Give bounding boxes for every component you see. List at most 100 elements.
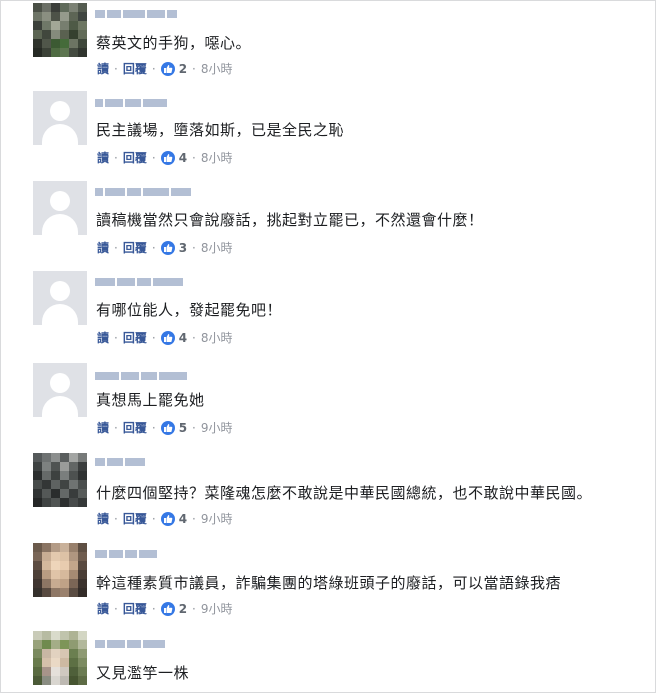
comment-actions: 讀 · 回覆 · 4 · 8小時 — [97, 150, 233, 166]
avatar[interactable] — [33, 91, 87, 145]
separator: · — [151, 331, 156, 345]
comment-actions: 讀 · 回覆 · 4 · 9小時 — [97, 511, 233, 527]
comment-text: 蔡英文的手狗，噁心。 — [96, 34, 252, 52]
separator: · — [114, 241, 118, 255]
separator: · — [114, 151, 118, 165]
separator: · — [192, 512, 196, 526]
author-name[interactable] — [95, 98, 167, 108]
read-link[interactable]: 讀 — [97, 420, 109, 436]
like-count[interactable]: 3 — [179, 240, 187, 256]
reply-link[interactable]: 回覆 — [123, 150, 147, 166]
comment-text: 真想馬上罷免她 — [96, 391, 205, 409]
like-count[interactable]: 5 — [179, 420, 187, 436]
author-name[interactable] — [95, 9, 177, 19]
reply-link[interactable]: 回覆 — [123, 511, 147, 527]
timestamp[interactable]: 8小時 — [201, 61, 233, 77]
like-count[interactable]: 4 — [179, 150, 187, 166]
read-link[interactable]: 讀 — [97, 61, 109, 77]
comment-text: 民主議場，墮落如斯，已是全民之恥 — [96, 121, 345, 139]
comment-actions: 讀 · 回覆 · 3 · 8小時 — [97, 240, 233, 256]
avatar[interactable] — [33, 363, 87, 417]
comment-text: 又見濫竽一株 — [96, 664, 190, 682]
like-icon[interactable] — [160, 512, 175, 526]
reply-link[interactable]: 回覆 — [123, 240, 147, 256]
separator: · — [151, 62, 156, 76]
read-link[interactable]: 讀 — [97, 150, 109, 166]
author-name[interactable] — [95, 639, 165, 649]
avatar[interactable] — [33, 181, 87, 235]
separator: · — [192, 151, 196, 165]
author-name[interactable] — [95, 187, 191, 197]
read-link[interactable]: 讀 — [97, 601, 109, 617]
avatar[interactable] — [33, 271, 87, 325]
timestamp[interactable]: 9小時 — [201, 511, 233, 527]
default-avatar-body — [42, 396, 78, 417]
like-icon[interactable] — [160, 421, 175, 435]
like-count[interactable]: 4 — [179, 511, 187, 527]
separator: · — [114, 62, 118, 76]
separator: · — [151, 151, 156, 165]
comment-actions: 讀 · 回覆 · 5 · 9小時 — [97, 420, 233, 436]
timestamp[interactable]: 8小時 — [201, 330, 233, 346]
separator: · — [151, 512, 156, 526]
reply-link[interactable]: 回覆 — [123, 420, 147, 436]
timestamp[interactable]: 9小時 — [201, 601, 233, 617]
comment-item: 真想馬上罷免她 讀 · 回覆 · 5 · 9小時 — [1, 361, 655, 451]
separator: · — [192, 241, 196, 255]
default-avatar-body — [42, 124, 78, 145]
like-icon[interactable] — [160, 602, 175, 616]
like-icon[interactable] — [160, 62, 175, 76]
separator: · — [114, 512, 118, 526]
reply-link[interactable]: 回覆 — [123, 601, 147, 617]
like-count[interactable]: 2 — [179, 601, 187, 617]
author-name[interactable] — [95, 457, 145, 467]
avatar[interactable] — [33, 543, 87, 597]
comment-item: 讀稿機當然只會說廢話，挑起對立罷已，不然還會什麼！ 讀 · 回覆 · 3 · 8… — [1, 181, 655, 271]
separator: · — [151, 421, 156, 435]
default-avatar-head — [50, 281, 70, 301]
comment-actions: 讀 · 回覆 · 2 · 8小時 — [97, 61, 233, 77]
author-name[interactable] — [95, 549, 157, 559]
read-link[interactable]: 讀 — [97, 240, 109, 256]
default-avatar-body — [42, 214, 78, 235]
timestamp[interactable]: 9小時 — [201, 420, 233, 436]
comment-actions: 讀 · 回覆 · 4 · 8小時 — [97, 330, 233, 346]
default-avatar-head — [50, 373, 70, 393]
comment-item: 蔡英文的手狗，噁心。 讀 · 回覆 · 2 · 8小時 — [1, 1, 655, 91]
comment-text: 讀稿機當然只會說廢話，挑起對立罷已，不然還會什麼！ — [96, 211, 484, 229]
reply-link[interactable]: 回覆 — [123, 330, 147, 346]
comment-item: 有哪位能人，發起罷免吧！ 讀 · 回覆 · 4 · 8小時 — [1, 271, 655, 361]
timestamp[interactable]: 8小時 — [201, 150, 233, 166]
separator: · — [192, 602, 196, 616]
default-avatar-body — [42, 304, 78, 325]
comment-actions: 讀 · 回覆 · 2 · 9小時 — [97, 601, 233, 617]
timestamp[interactable]: 8小時 — [201, 240, 233, 256]
like-icon[interactable] — [160, 331, 175, 345]
avatar[interactable] — [33, 3, 87, 57]
default-avatar-head — [50, 101, 70, 121]
separator: · — [192, 62, 196, 76]
comment-item: 又見濫竽一株 讀 · 回覆 — [1, 631, 655, 692]
comment-text: 有哪位能人，發起罷免吧！ — [96, 301, 283, 319]
read-link[interactable]: 讀 — [97, 511, 109, 527]
separator: · — [192, 421, 196, 435]
like-icon[interactable] — [160, 151, 175, 165]
like-icon[interactable] — [160, 241, 175, 255]
read-link[interactable]: 讀 — [97, 330, 109, 346]
comment-item: 民主議場，墮落如斯，已是全民之恥 讀 · 回覆 · 4 · 8小時 — [1, 91, 655, 181]
comment-text: 什麼四個堅持？菜隆魂怎麼不敢說是中華民國總統，也不敢說中華民國。 — [96, 484, 593, 502]
like-count[interactable]: 2 — [179, 61, 187, 77]
avatar[interactable] — [33, 631, 87, 685]
author-name[interactable] — [95, 277, 183, 287]
comment-thread: 蔡英文的手狗，噁心。 讀 · 回覆 · 2 · 8小時 民主議場，墮落如斯，已是… — [0, 0, 656, 693]
comment-item: 什麼四個堅持？菜隆魂怎麼不敢說是中華民國總統，也不敢說中華民國。 讀 · 回覆 … — [1, 451, 655, 541]
avatar[interactable] — [33, 453, 87, 507]
separator: · — [151, 602, 156, 616]
separator: · — [114, 331, 118, 345]
author-name[interactable] — [95, 371, 187, 381]
separator: · — [114, 421, 118, 435]
like-count[interactable]: 4 — [179, 330, 187, 346]
reply-link[interactable]: 回覆 — [123, 61, 147, 77]
separator: · — [114, 602, 118, 616]
default-avatar-head — [50, 191, 70, 211]
